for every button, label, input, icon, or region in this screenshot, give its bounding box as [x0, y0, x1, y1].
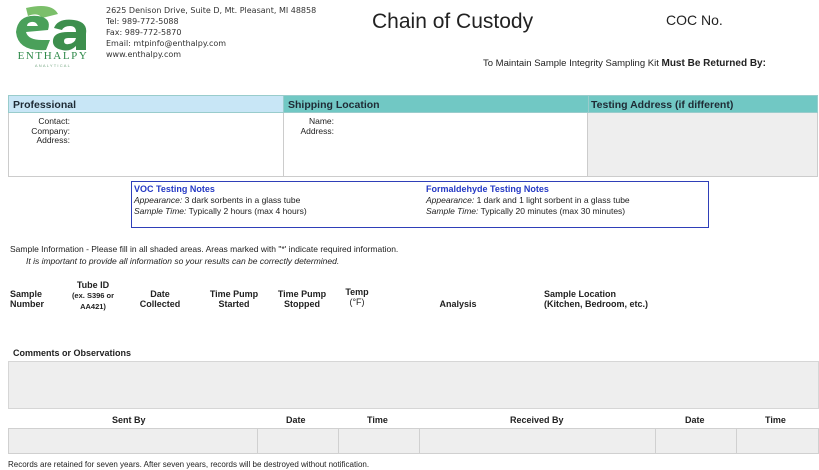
col-analysis: Analysis — [439, 299, 477, 309]
address-email: Email: mtpinfo@enthalpy.com — [106, 39, 227, 48]
col-time-started-line1: Time Pump — [209, 289, 259, 299]
formaldehyde-notes-heading: Formaldehyde Testing Notes — [426, 184, 549, 194]
formaldehyde-appearance-text: 1 dark and 1 light sorbent in a glass tu… — [474, 195, 630, 205]
professional-address-label: Address: — [36, 135, 70, 145]
testing-address-input[interactable] — [588, 113, 818, 177]
col-sample-location-line1: Sample Location — [544, 289, 617, 299]
col-time-pump-stopped: Time Pump Stopped — [264, 289, 340, 309]
col-sample-number: Sample Number — [10, 289, 48, 309]
address-website: www.enthalpy.com — [106, 50, 182, 59]
voc-sample-time: Sample Time: Typically 2 hours (max 4 ho… — [134, 206, 307, 217]
sent-time-header: Time — [367, 415, 388, 425]
address-fax: Fax: 989-772-5870 — [106, 28, 182, 37]
col-temp-line2: (°F) — [349, 297, 365, 307]
col-date-collected-line2: Collected — [139, 299, 181, 309]
voc-notes-heading: VOC Testing Notes — [134, 184, 215, 194]
shipping-location-header: Shipping Location — [284, 95, 588, 113]
professional-header: Professional — [8, 95, 284, 113]
formaldehyde-sample-time: Sample Time: Typically 20 minutes (max 3… — [426, 206, 630, 217]
professional-field-labels: Contact: Company: Address: — [16, 116, 70, 146]
received-time-header: Time — [765, 415, 786, 425]
return-by-bold: Must Be Returned By: — [661, 58, 766, 69]
received-by-header: Received By — [510, 415, 564, 425]
voc-appearance-text: 3 dark sorbents in a glass tube — [182, 195, 301, 205]
col-sample-number-line2: Number — [10, 299, 45, 309]
voc-appearance: Appearance: 3 dark sorbents in a glass t… — [134, 195, 307, 206]
voc-time-label: Sample Time: — [134, 206, 187, 216]
logo-wordmark: ENTHALPY — [17, 50, 89, 62]
address-street: 2625 Denison Drive, Suite D, Mt. Pleasan… — [106, 6, 317, 15]
sent-date-input[interactable] — [258, 428, 339, 454]
received-time-input[interactable] — [737, 428, 819, 454]
col-time-pump-started: Time Pump Started — [198, 289, 270, 309]
col-sample-location-line2: (Kitchen, Bedroom, etc.) — [544, 299, 649, 309]
comments-label: Comments or Observations — [13, 348, 132, 358]
sample-info-note: It is important to provide all informati… — [26, 256, 340, 266]
formaldehyde-appearance-label: Appearance: — [426, 195, 475, 205]
voc-appearance-label: Appearance: — [134, 195, 183, 205]
received-date-header: Date — [685, 415, 705, 425]
sent-by-input[interactable] — [8, 428, 258, 454]
voc-notes: VOC Testing Notes Appearance: 3 dark sor… — [134, 184, 307, 217]
col-date-collected-line1: Date — [150, 289, 170, 299]
lab-address-block: 2625 Denison Drive, Suite D, Mt. Pleasan… — [106, 5, 316, 60]
logo-subtext: ANALYTICAL — [34, 63, 72, 68]
formaldehyde-appearance: Appearance: 1 dark and 1 light sorbent i… — [426, 195, 630, 206]
sent-date-header: Date — [286, 415, 306, 425]
formaldehyde-time-label: Sample Time: — [426, 206, 479, 216]
col-temp: Temp (°F) — [336, 287, 378, 307]
voc-time-text: Typically 2 hours (max 4 hours) — [186, 206, 307, 216]
col-tube-id-line1: Tube ID — [76, 280, 110, 290]
sent-time-input[interactable] — [339, 428, 420, 454]
address-tel: Tel: 989-772-5088 — [106, 17, 179, 26]
sent-by-header: Sent By — [112, 415, 146, 425]
col-tube-id-line3: AA421) — [80, 302, 106, 311]
col-tube-id-line2: (ex. S396 or — [71, 291, 115, 300]
formaldehyde-time-text: Typically 20 minutes (max 30 minutes) — [478, 206, 626, 216]
received-by-input[interactable] — [420, 428, 656, 454]
col-sample-number-line1: Sample — [10, 289, 43, 299]
received-date-input[interactable] — [656, 428, 737, 454]
formaldehyde-notes: Formaldehyde Testing Notes Appearance: 1… — [426, 184, 630, 217]
return-by-prefix: To Maintain Sample Integrity Sampling Ki… — [483, 58, 659, 69]
records-retention-note: Records are retained for seven years. Af… — [8, 460, 370, 469]
comments-input[interactable] — [8, 361, 819, 409]
shipping-field-labels: Name: Address: — [286, 116, 334, 136]
shipping-address-label: Address: — [300, 125, 334, 136]
return-by-notice: To Maintain Sample Integrity Sampling Ki… — [483, 58, 766, 69]
col-temp-line1: Temp — [345, 287, 369, 297]
col-tube-id: Tube ID (ex. S396 or AA421) — [58, 280, 128, 312]
coc-number-label: COC No. — [666, 12, 723, 28]
col-date-collected: Date Collected — [130, 289, 190, 309]
col-time-started-line2: Started — [218, 299, 250, 309]
sample-info-instructions: Sample Information - Please fill in all … — [10, 244, 399, 254]
testing-address-header: Testing Address (if different) — [588, 95, 818, 113]
col-time-stopped-line1: Time Pump — [277, 289, 327, 299]
col-sample-location: Sample Location (Kitchen, Bedroom, etc.) — [544, 289, 648, 309]
document-title: Chain of Custody — [372, 10, 534, 33]
col-time-stopped-line2: Stopped — [284, 299, 320, 309]
